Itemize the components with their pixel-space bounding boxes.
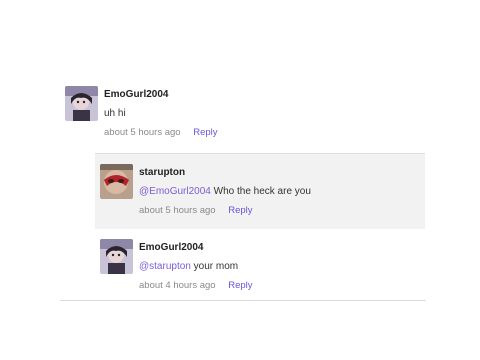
replies-list: starupton @EmoGurl2004 Who the heck are …	[95, 153, 425, 304]
comment-meta: about 5 hours ago Reply	[104, 126, 218, 139]
reply-button[interactable]: Reply	[228, 280, 252, 291]
reply-meta: about 4 hours ago Reply	[139, 279, 253, 292]
emo-avatar-icon	[100, 239, 133, 274]
reply-item: starupton @EmoGurl2004 Who the heck are …	[95, 153, 425, 229]
reply-body: starupton @EmoGurl2004 Who the heck are …	[139, 164, 311, 217]
timestamp: about 4 hours ago	[139, 280, 216, 291]
reply-meta: about 5 hours ago Reply	[139, 204, 311, 217]
avatar[interactable]	[65, 86, 98, 121]
reply-message: Who the heck are you	[210, 186, 311, 197]
mention-link[interactable]: @starupton	[139, 261, 191, 272]
username[interactable]: starupton	[139, 166, 311, 179]
reply-button[interactable]: Reply	[228, 205, 252, 216]
reply-item: EmoGurl2004 @starupton your mom about 4 …	[95, 229, 425, 304]
avatar[interactable]	[100, 239, 133, 274]
avatar[interactable]	[100, 164, 133, 199]
divider	[60, 300, 426, 301]
username[interactable]: EmoGurl2004	[139, 241, 253, 254]
emo-avatar-icon	[65, 86, 98, 121]
timestamp: about 5 hours ago	[104, 127, 181, 138]
username[interactable]: EmoGurl2004	[104, 88, 218, 101]
comment-thread: EmoGurl2004 uh hi about 5 hours ago Repl…	[60, 86, 430, 304]
masked-avatar-icon	[100, 164, 133, 199]
reply-message: your mom	[190, 261, 239, 272]
reply-text: @EmoGurl2004 Who the heck are you	[139, 185, 311, 198]
mention-link[interactable]: @EmoGurl2004	[139, 186, 211, 197]
reply-button[interactable]: Reply	[193, 127, 217, 138]
comment-body: EmoGurl2004 uh hi about 5 hours ago Repl…	[104, 86, 218, 139]
comment: EmoGurl2004 uh hi about 5 hours ago Repl…	[60, 86, 430, 139]
reply-text: @starupton your mom	[139, 260, 253, 273]
comment-text: uh hi	[104, 108, 126, 119]
reply-body: EmoGurl2004 @starupton your mom about 4 …	[139, 239, 253, 292]
timestamp: about 5 hours ago	[139, 205, 216, 216]
